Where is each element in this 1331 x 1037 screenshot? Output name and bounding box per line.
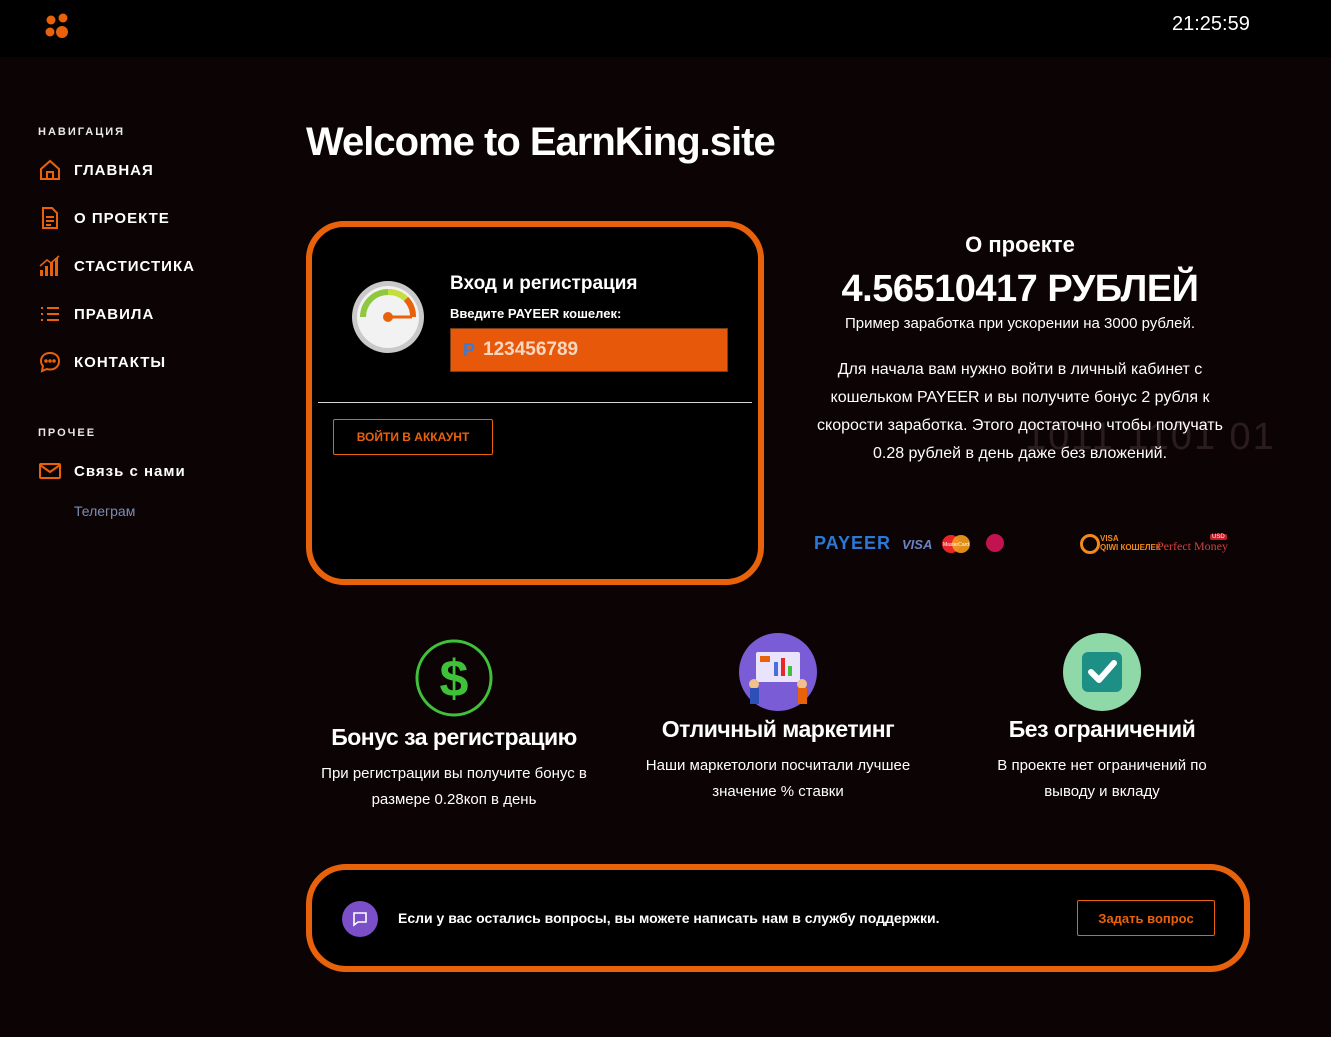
qiwi-logo bbox=[1080, 534, 1100, 554]
feature-no-limits: Без ограничений В проекте нет ограничени… bbox=[972, 632, 1232, 805]
qiwi-text-top: VISA bbox=[1100, 534, 1119, 543]
chat-icon bbox=[39, 351, 61, 373]
checkmark-icon bbox=[1063, 633, 1141, 711]
top-bar: 21:25:59 bbox=[0, 0, 1331, 57]
usd-badge: USD bbox=[1210, 534, 1227, 540]
nav-heading: НАВИГАЦИЯ bbox=[38, 126, 126, 138]
mastercard-logo: MasterCard bbox=[942, 535, 970, 553]
sidebar-item-contacts[interactable]: КОНТАКТЫ bbox=[38, 350, 166, 374]
dollar-icon: $ bbox=[415, 639, 493, 717]
login-card: Вход и регистрация Введите PAYEER кошеле… bbox=[306, 221, 764, 585]
feature-marketing: Отличный маркетинг Наши маркетологи посч… bbox=[642, 632, 914, 805]
list-icon bbox=[41, 307, 59, 321]
sidebar-item-contact-us[interactable]: Связь с нами bbox=[38, 459, 186, 483]
sidebar-item-home[interactable]: ГЛАВНАЯ bbox=[38, 158, 154, 182]
feature-title: Бонус за регистрацию bbox=[331, 724, 577, 750]
speedometer-icon bbox=[352, 281, 424, 353]
page-title: Welcome to EarnKing.site bbox=[306, 120, 776, 164]
payeer-logo: PAYEER bbox=[814, 533, 892, 553]
document-icon bbox=[42, 207, 58, 229]
payment-logos: PAYEER VISA MasterCard VISA QIWI КОШЕЛЕК … bbox=[814, 530, 1230, 560]
sidebar-item-label: О ПРОЕКТЕ bbox=[74, 209, 170, 227]
wallet-value: 123456789 bbox=[483, 339, 579, 360]
sidebar-item-statistics[interactable]: СТАСТИСТИКА bbox=[38, 254, 195, 278]
home-icon bbox=[40, 159, 60, 180]
ask-question-button[interactable]: Задать вопрос bbox=[1077, 900, 1215, 936]
feature-title: Без ограничений bbox=[1008, 716, 1196, 742]
logo-icon[interactable] bbox=[42, 12, 72, 40]
sidebar-item-label: Связь с нами bbox=[74, 462, 186, 480]
chat-bubble-icon bbox=[342, 901, 378, 937]
feature-bonus: $ Бонус за регистрацию При регистрации в… bbox=[314, 638, 594, 813]
earnings-amount: 4.56510417 РУБЛЕЙ bbox=[841, 268, 1200, 310]
paymentsystem-logo bbox=[986, 534, 1004, 552]
sidebar-item-label: ПРАВИЛА bbox=[74, 305, 155, 323]
sidebar-item-label: КОНТАКТЫ bbox=[74, 353, 167, 371]
feature-description: При регистрации вы получите бонус в разм… bbox=[321, 765, 587, 808]
wallet-input[interactable]: P 123456789 bbox=[450, 328, 728, 372]
mail-icon bbox=[39, 463, 61, 479]
sidebar-item-label: СТАСТИСТИКА bbox=[74, 257, 195, 275]
login-button[interactable]: ВОЙТИ В АККАУНТ bbox=[333, 419, 493, 455]
sidebar-item-label: ГЛАВНАЯ bbox=[74, 161, 154, 179]
qiwi-text-bottom: QIWI КОШЕЛЕК bbox=[1100, 543, 1161, 552]
sidebar-item-rules[interactable]: ПРАВИЛА bbox=[38, 302, 154, 326]
support-text: Если у вас остались вопросы, вы можете н… bbox=[398, 910, 940, 926]
divider bbox=[318, 402, 752, 403]
login-title: Вход и регистрация bbox=[450, 273, 638, 294]
svg-text:$: $ bbox=[440, 650, 469, 708]
qiwi-text: VISA QIWI КОШЕЛЕК bbox=[1100, 534, 1161, 552]
telegram-link[interactable]: Телеграм bbox=[74, 503, 135, 519]
chart-icon bbox=[39, 255, 60, 276]
other-heading: ПРОЧЕЕ bbox=[38, 427, 97, 439]
feature-title: Отличный маркетинг bbox=[661, 716, 895, 742]
feature-description: Наши маркетологи посчитали лучшее значен… bbox=[645, 757, 911, 800]
sidebar-item-about[interactable]: О ПРОЕКТЕ bbox=[38, 206, 170, 230]
earnings-example: Пример заработка при ускорении на 3000 р… bbox=[845, 315, 1195, 332]
perfect-money-logo: Perfect Money bbox=[1157, 539, 1228, 553]
support-bar: Если у вас остались вопросы, вы можете н… bbox=[306, 864, 1250, 972]
about-title: О проекте bbox=[965, 232, 1075, 257]
marketing-icon bbox=[739, 633, 817, 711]
feature-description: В проекте нет ограничений по выводу и вк… bbox=[997, 757, 1207, 800]
about-description: Для начала вам нужно войти в личный каби… bbox=[817, 361, 1223, 462]
mastercard-text: MasterCard bbox=[943, 542, 969, 548]
clock: 21:25:59 bbox=[1172, 13, 1250, 35]
payeer-prefix-icon: P bbox=[463, 339, 476, 360]
wallet-label: Введите PAYEER кошелек: bbox=[450, 306, 622, 321]
visa-logo: VISA bbox=[902, 537, 933, 552]
